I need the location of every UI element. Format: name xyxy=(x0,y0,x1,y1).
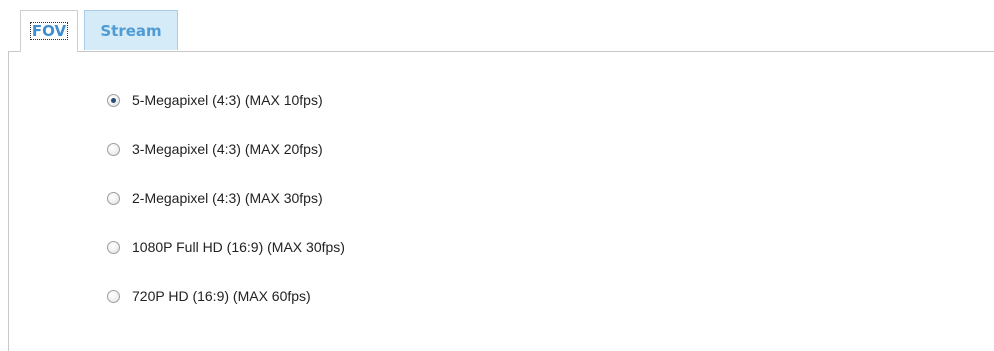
tab-stream-label: Stream xyxy=(100,22,162,40)
fov-option-label: 3-Megapixel (4:3) (MAX 20fps) xyxy=(132,141,323,157)
panel-border-top xyxy=(8,51,994,52)
fov-options-group: 5-Megapixel (4:3) (MAX 10fps) 3-Megapixe… xyxy=(107,90,345,335)
radio-5mp[interactable] xyxy=(107,93,120,107)
tab-fov[interactable]: FOV xyxy=(20,10,78,52)
fov-option-1080p[interactable]: 1080P Full HD (16:9) (MAX 30fps) xyxy=(107,237,345,257)
fov-option-label: 1080P Full HD (16:9) (MAX 30fps) xyxy=(132,239,345,255)
tab-stream[interactable]: Stream xyxy=(84,10,178,50)
fov-option-720p[interactable]: 720P HD (16:9) (MAX 60fps) xyxy=(107,286,345,306)
fov-option-5mp[interactable]: 5-Megapixel (4:3) (MAX 10fps) xyxy=(107,90,345,110)
fov-option-3mp[interactable]: 3-Megapixel (4:3) (MAX 20fps) xyxy=(107,139,345,159)
tab-bar: FOV Stream xyxy=(0,0,994,52)
radio-2mp[interactable] xyxy=(107,191,120,205)
fov-option-label: 2-Megapixel (4:3) (MAX 30fps) xyxy=(132,190,323,206)
radio-3mp[interactable] xyxy=(107,142,120,156)
radio-720p[interactable] xyxy=(107,289,120,303)
fov-option-label: 720P HD (16:9) (MAX 60fps) xyxy=(132,288,311,304)
fov-option-label: 5-Megapixel (4:3) (MAX 10fps) xyxy=(132,92,323,108)
radio-1080p[interactable] xyxy=(107,240,120,254)
fov-option-2mp[interactable]: 2-Megapixel (4:3) (MAX 30fps) xyxy=(107,188,345,208)
panel-border-left xyxy=(8,51,9,351)
tab-fov-label: FOV xyxy=(29,22,69,40)
